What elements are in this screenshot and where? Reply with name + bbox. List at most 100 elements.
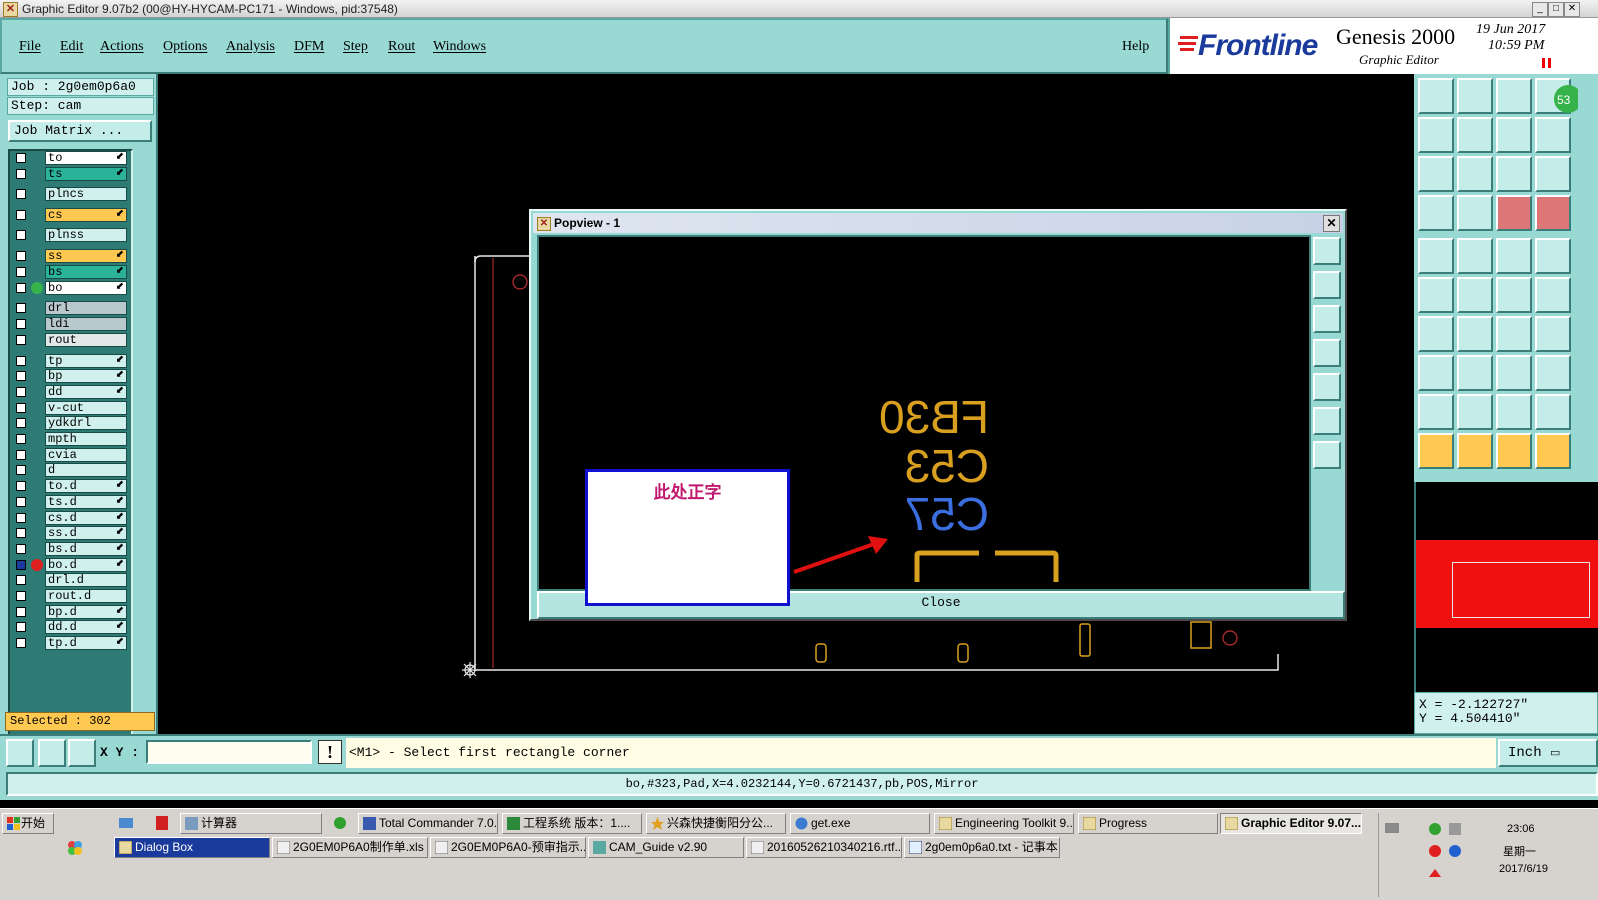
layer-checkbox[interactable] [16, 403, 26, 413]
taskbar-item[interactable]: 2g0em0p6a0.txt - 记事本 [904, 837, 1060, 858]
layer-checkbox[interactable] [16, 189, 26, 199]
delete-icon[interactable] [1457, 277, 1493, 313]
layer-checkbox[interactable] [16, 319, 26, 329]
layer-checkbox[interactable] [16, 638, 26, 648]
layer-tool-2-icon[interactable] [1535, 195, 1571, 231]
layer-name[interactable]: to ⬋ [45, 151, 127, 165]
layer-row[interactable]: cs.d ⬋ [12, 511, 129, 525]
layer-name[interactable]: rout [45, 333, 127, 347]
select-active-icon[interactable] [1457, 433, 1493, 469]
alert-icon[interactable]: ! [318, 740, 342, 764]
layer-row[interactable]: dd ⬋ [12, 385, 129, 399]
layer-name[interactable]: drl [45, 301, 127, 315]
taskbar-item[interactable]: get.exe [790, 813, 930, 834]
taskbar-item[interactable]: 计算器 [180, 813, 322, 834]
menu-windows[interactable]: Windows [433, 39, 486, 55]
ruler-icon[interactable] [1496, 238, 1532, 274]
layer-row[interactable]: ydkdrl [12, 416, 129, 430]
layer-name[interactable]: bs ⬋ [45, 265, 127, 279]
popview-zoom-icon[interactable] [1313, 237, 1341, 265]
help-icon[interactable] [1535, 156, 1571, 192]
pause-icon[interactable] [1542, 58, 1551, 68]
snap-settings-icon[interactable] [1418, 195, 1454, 231]
layer-checkbox[interactable] [16, 335, 26, 345]
quicklaunch-icon[interactable] [118, 815, 134, 831]
scale-1-2-icon[interactable] [1496, 156, 1532, 192]
layer-name[interactable]: ts ⬋ [45, 167, 127, 181]
layer-row[interactable]: cs ⬋ [12, 208, 129, 222]
layer-row[interactable]: ss ⬋ [12, 249, 129, 263]
pointer-icon[interactable] [1418, 433, 1454, 469]
layer-row[interactable]: to.d ⬋ [12, 479, 129, 493]
snap-icon[interactable] [6, 739, 34, 767]
layer-name[interactable]: tp ⬋ [45, 354, 127, 368]
layer-checkbox[interactable] [16, 371, 26, 381]
layer-name[interactable]: bp.d ⬋ [45, 605, 127, 619]
layer-checkbox[interactable] [16, 481, 26, 491]
xy-input[interactable] [146, 740, 312, 764]
layer-checkbox[interactable] [16, 465, 26, 475]
triangle-1-icon[interactable] [1418, 394, 1454, 430]
layer-name[interactable]: ldi [45, 317, 127, 331]
layer-checkbox[interactable] [16, 434, 26, 444]
layer-row[interactable]: bs ⬋ [12, 265, 129, 279]
draw-line-icon[interactable] [1418, 316, 1454, 352]
copy-icon[interactable] [1535, 277, 1571, 313]
layer-row[interactable]: rout [12, 333, 129, 347]
menu-analysis[interactable]: Analysis [226, 39, 275, 55]
layer-checkbox[interactable] [16, 251, 26, 261]
triangle-2-icon[interactable] [1457, 394, 1493, 430]
menu-file[interactable]: File [19, 39, 41, 55]
taskbar-item[interactable]: 20160526210340216.rtf... [746, 837, 902, 858]
layer-row[interactable]: ts.d ⬋ [12, 495, 129, 509]
layer-tool-icon[interactable] [1496, 195, 1532, 231]
layer-row[interactable]: bs.d ⬋ [12, 542, 129, 556]
layer-checkbox[interactable] [16, 575, 26, 585]
layer-row[interactable]: d [12, 463, 129, 477]
layer-row[interactable]: bo ⬋ [12, 281, 129, 295]
taskbar-item[interactable]: Engineering Toolkit 9.... [934, 813, 1074, 834]
popview-zoom-out-icon[interactable] [1313, 441, 1341, 469]
layer-name[interactable]: tp.d ⬋ [45, 636, 127, 650]
split-icon[interactable] [1457, 355, 1493, 391]
layer-name[interactable]: mpth [45, 432, 127, 446]
taskbar-item[interactable]: Progress [1078, 813, 1218, 834]
measure-icon[interactable] [38, 739, 66, 767]
mirror-icon[interactable] [1535, 316, 1571, 352]
overview-panel[interactable] [1414, 482, 1598, 692]
layer-row[interactable]: dd.d ⬋ [12, 620, 129, 634]
taskbar-item[interactable]: 兴森快捷衡阳分公... [646, 813, 786, 834]
job-matrix-button[interactable]: Job Matrix ... [8, 120, 152, 142]
layer-checkbox[interactable] [16, 528, 26, 538]
layer-name[interactable]: cvia [45, 448, 127, 462]
move-icon[interactable] [1496, 277, 1532, 313]
layer-row[interactable]: ts ⬋ [12, 167, 129, 181]
layer-row[interactable]: plnss [12, 228, 129, 242]
align-icon[interactable] [1496, 355, 1532, 391]
menu-options[interactable]: Options [163, 39, 207, 55]
layer-checkbox[interactable] [16, 591, 26, 601]
taskbar-item[interactable]: 2G0EM0P6A0-预审指示.... [430, 837, 586, 858]
layer-name[interactable]: ss.d ⬋ [45, 526, 127, 540]
layer-row[interactable]: tp ⬋ [12, 354, 129, 368]
layer-checkbox[interactable] [16, 169, 26, 179]
layer-row[interactable]: plncs [12, 187, 129, 201]
layer-row[interactable]: v-cut [12, 401, 129, 415]
menu-dfm[interactable]: DFM [294, 39, 324, 55]
resize-icon[interactable] [1418, 355, 1454, 391]
layer-row[interactable]: ss.d ⬋ [12, 526, 129, 540]
add-surface-icon[interactable] [1535, 238, 1571, 274]
layer-checkbox[interactable] [16, 560, 26, 570]
layer-name[interactable]: plnss [45, 228, 127, 242]
menu-rout[interactable]: Rout [388, 39, 415, 55]
layer-checkbox[interactable] [16, 356, 26, 366]
taskbar-item[interactable]: Total Commander 7.0... [358, 813, 498, 834]
pan-down-icon[interactable] [1457, 78, 1493, 114]
layer-checkbox[interactable] [16, 418, 26, 428]
layer-checkbox[interactable] [16, 210, 26, 220]
layer-name[interactable]: drl.d [45, 573, 127, 587]
add-pad-icon[interactable] [1418, 238, 1454, 274]
popview-pan-down-icon[interactable] [1313, 305, 1341, 333]
popview-pan-right-icon[interactable] [1313, 373, 1341, 401]
layer-checkbox[interactable] [16, 230, 26, 240]
